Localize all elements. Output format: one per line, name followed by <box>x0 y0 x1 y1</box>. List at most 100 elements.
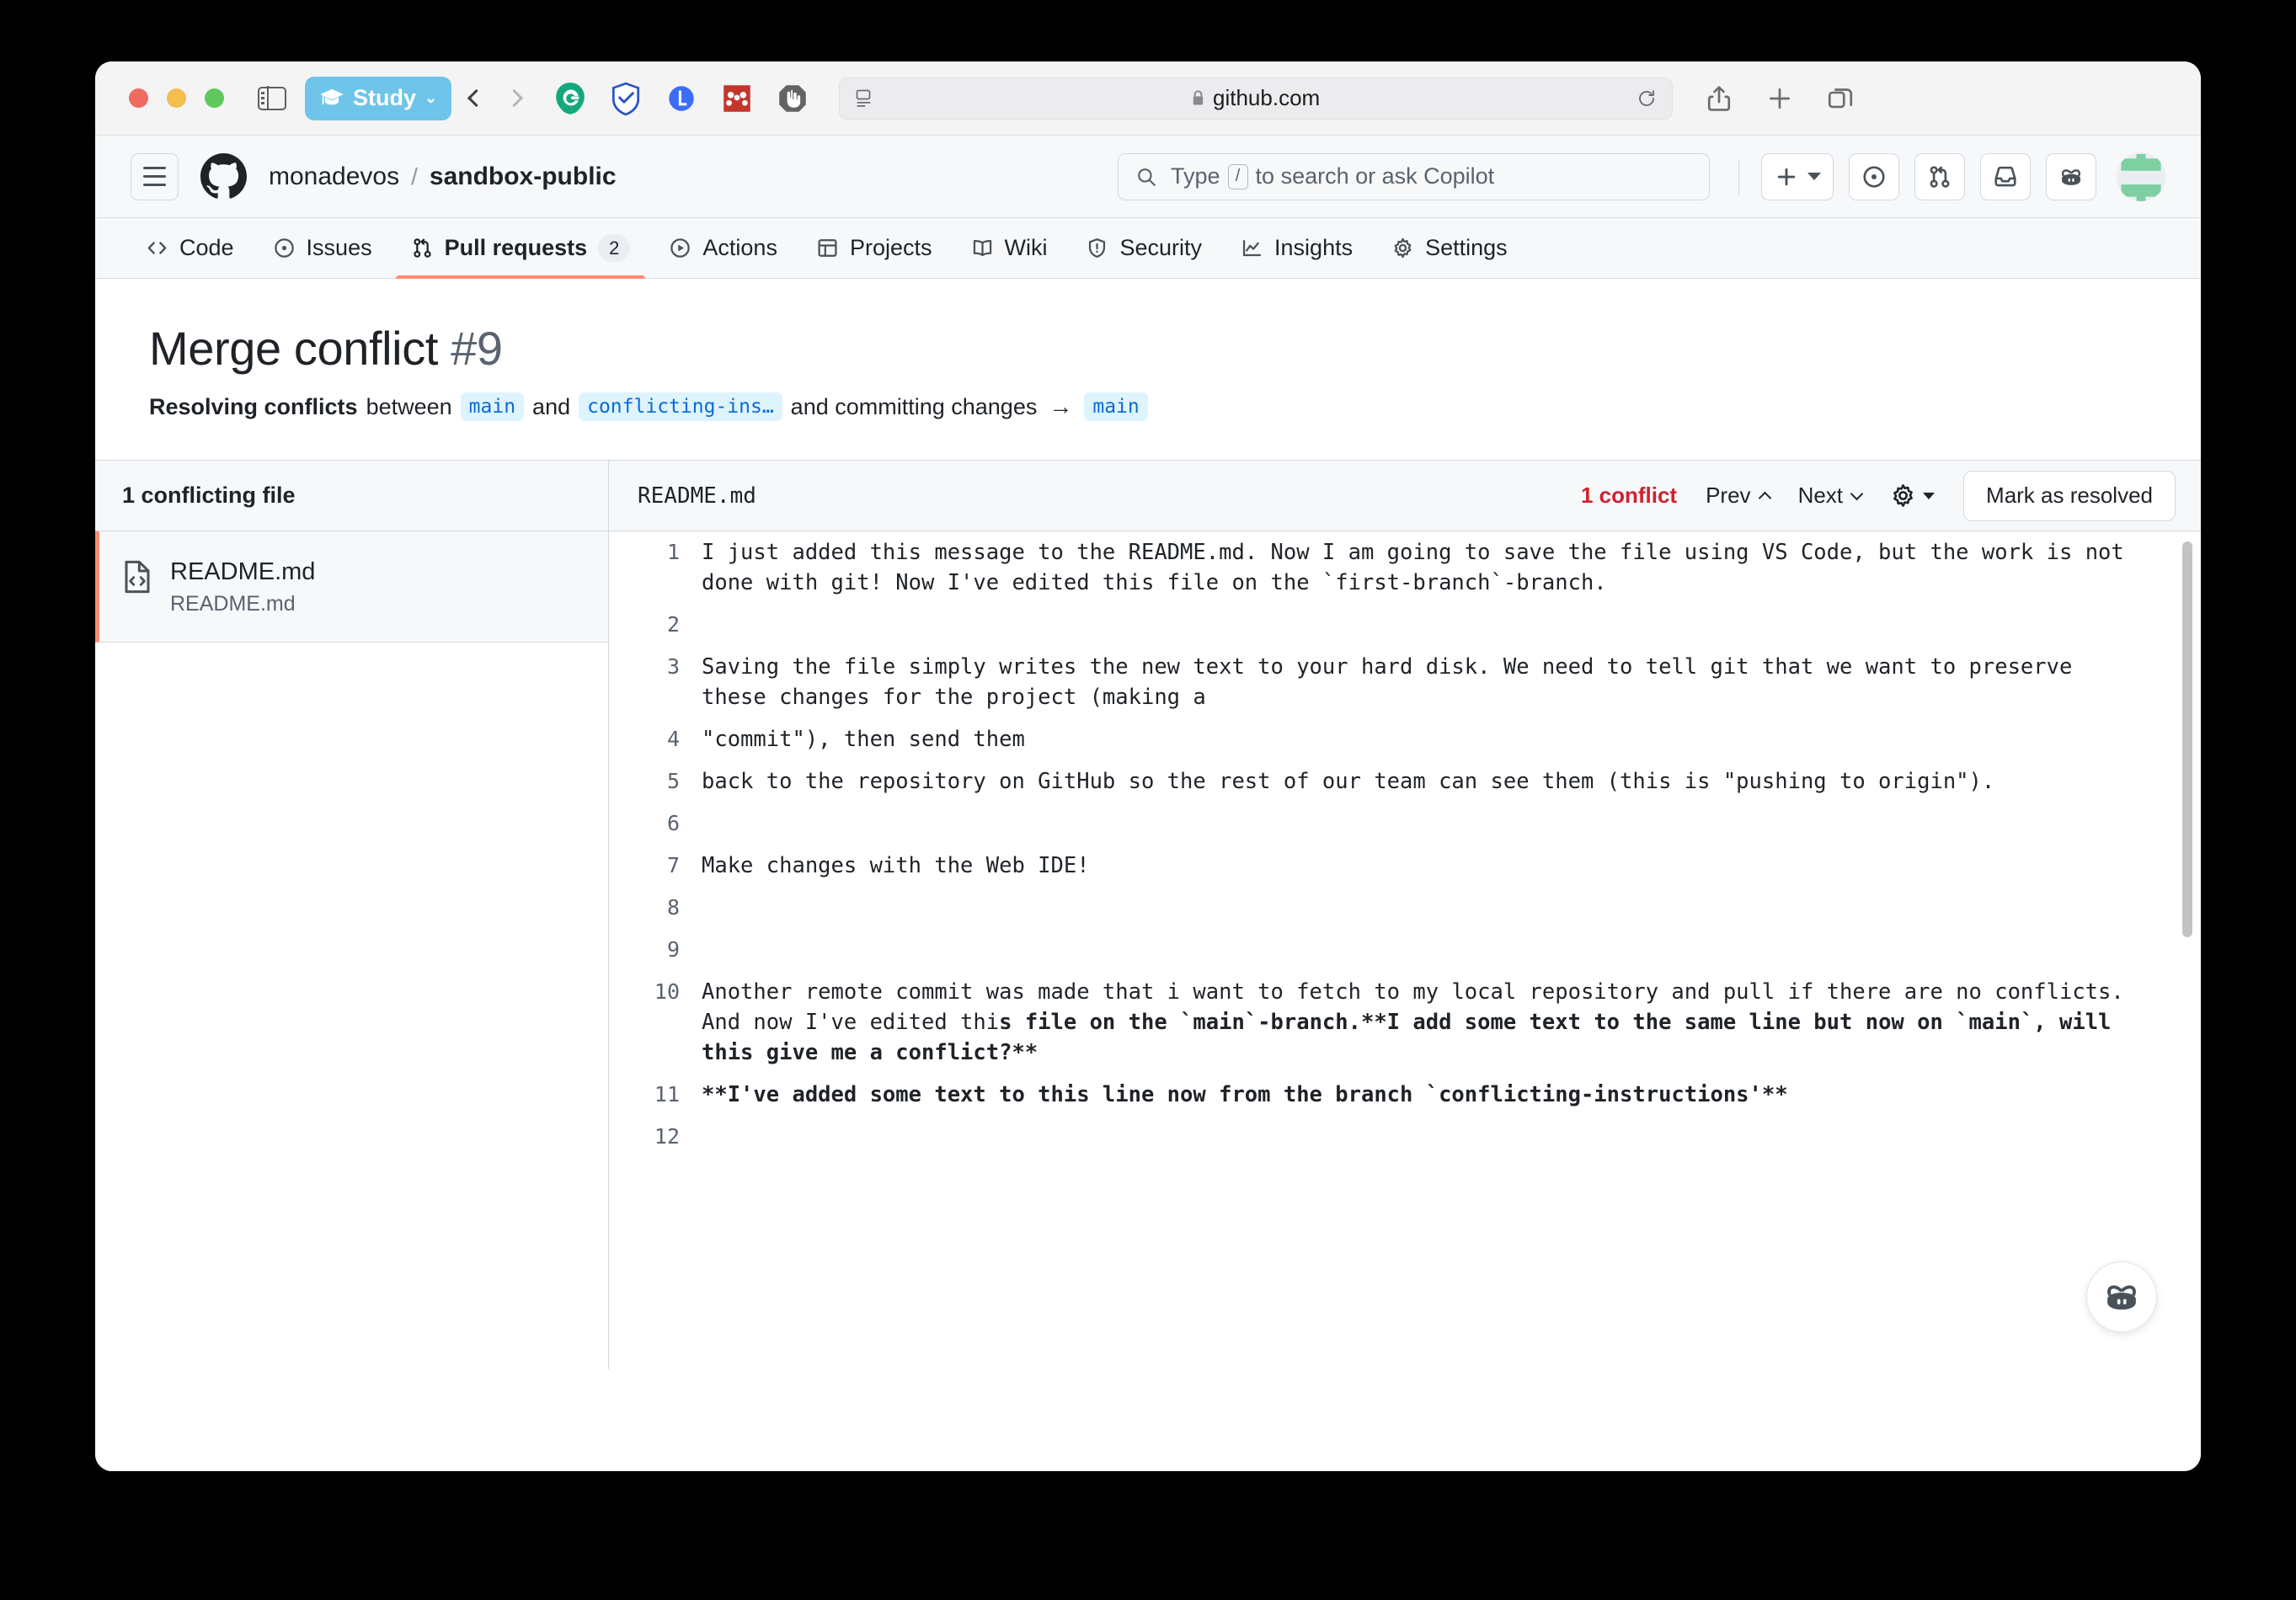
share-icon[interactable] <box>1705 84 1733 113</box>
editor-scrollbar[interactable] <box>2182 541 2192 937</box>
back-icon[interactable] <box>467 88 486 108</box>
reload-icon[interactable] <box>1637 88 1657 109</box>
copilot-button[interactable] <box>2046 152 2096 200</box>
profile-switcher-button[interactable]: Study ⌄ <box>305 76 452 120</box>
tab-code[interactable]: Code <box>131 218 249 278</box>
git-pull-request-icon <box>1930 165 1950 188</box>
adguard-icon[interactable] <box>608 81 643 116</box>
tab-label: Projects <box>849 235 932 260</box>
line-text[interactable]: back to the repository on GitHub so the … <box>702 760 2201 803</box>
line-text[interactable]: "commit"), then send them <box>702 718 2201 760</box>
line-text[interactable]: I just added this message to the README.… <box>702 531 2201 604</box>
github-global-header: monadevos / sandbox-public Type / to sea… <box>95 136 2201 218</box>
tab-overview-icon[interactable] <box>1826 84 1855 113</box>
issues-button[interactable] <box>1849 152 1899 200</box>
line-number: 8 <box>666 895 680 920</box>
line-text[interactable]: Saving the file simply writes the new te… <box>702 646 2201 718</box>
next-conflict-button[interactable]: Next <box>1797 483 1864 509</box>
code-line: 7 Make changes with the Web IDE! <box>609 845 2201 887</box>
tab-security[interactable]: Security <box>1071 218 1217 278</box>
tab-wiki[interactable]: Wiki <box>956 218 1063 278</box>
grammarly-icon[interactable] <box>553 81 588 116</box>
tab-settings[interactable]: Settings <box>1376 218 1523 278</box>
tab-pull-requests[interactable]: Pull requests 2 <box>395 218 646 279</box>
search-placeholder: Type / to search or ask Copilot <box>1171 163 1494 189</box>
line-text[interactable] <box>702 803 2201 845</box>
line-text[interactable]: Another remote commit was made that i wa… <box>702 971 2201 1074</box>
close-window-button[interactable] <box>129 88 148 108</box>
editor-settings-button[interactable] <box>1890 483 1936 509</box>
maximize-window-button[interactable] <box>205 88 224 108</box>
tab-projects[interactable]: Projects <box>801 218 948 278</box>
branch-chip-target[interactable]: main <box>1084 392 1148 421</box>
tab-insights[interactable]: Insights <box>1225 218 1368 278</box>
repo-nav-tabs: Code Issues Pull requests 2 Actions Proj… <box>95 218 2201 279</box>
list-item[interactable]: README.md README.md <box>95 531 608 643</box>
mark-as-resolved-button[interactable]: Mark as resolved <box>1963 470 2176 521</box>
prev-conflict-button[interactable]: Prev <box>1706 483 1771 509</box>
line-number: 10 <box>654 979 680 1004</box>
chevron-down-icon <box>1850 487 1864 501</box>
minimize-window-button[interactable] <box>167 88 186 108</box>
page-title: Merge conflict #9 <box>149 321 2165 376</box>
code-editor[interactable]: 1 I just added this message to the README… <box>609 531 2201 1369</box>
git-pull-request-icon <box>413 238 431 258</box>
extension-icons <box>553 81 810 116</box>
menu-icon[interactable] <box>131 152 179 200</box>
line-text[interactable]: **I've added some text to this line now … <box>702 1074 2201 1116</box>
reader-view-icon[interactable] <box>855 89 875 108</box>
line-text[interactable] <box>702 1116 2201 1158</box>
page-title-text: Merge conflict <box>149 322 438 375</box>
browser-window: Study ⌄ github.com monadevos / sandbox-p… <box>95 61 2201 1471</box>
forward-icon[interactable] <box>505 88 524 108</box>
resolve-label: Mark as resolved <box>1986 483 2153 508</box>
line-number: 3 <box>666 654 680 679</box>
adblock-icon[interactable] <box>775 81 810 116</box>
avatar[interactable] <box>2117 152 2165 201</box>
avatar-image <box>2117 152 2165 201</box>
line-text[interactable] <box>702 929 2201 971</box>
header-divider <box>1738 158 1739 195</box>
line-number: 12 <box>654 1124 680 1149</box>
navigation-arrows <box>467 88 524 108</box>
line-text[interactable] <box>702 604 2201 646</box>
tab-issues[interactable]: Issues <box>258 218 387 278</box>
tab-actions[interactable]: Actions <box>654 218 793 278</box>
graph-icon <box>1242 240 1262 257</box>
create-new-button[interactable] <box>1761 152 1834 200</box>
pull-requests-button[interactable] <box>1914 152 1965 200</box>
tab-label: Issues <box>306 235 372 260</box>
tab-label: Wiki <box>1004 235 1048 260</box>
shield-icon <box>1089 238 1106 258</box>
play-icon <box>670 238 691 258</box>
search-input[interactable]: Type / to search or ask Copilot <box>1118 152 1710 200</box>
code-line: 3 Saving the file simply writes the new t… <box>609 646 2201 718</box>
github-logo-icon[interactable] <box>200 153 247 200</box>
code-lines: 1 I just added this message to the README… <box>609 531 2201 1158</box>
conflict-editor: 1 conflicting file README.md README.md R… <box>95 460 2201 1369</box>
sidebar-toggle-icon[interactable] <box>258 85 286 111</box>
page-title-number: #9 <box>451 322 503 375</box>
mendeley-icon[interactable] <box>719 81 755 116</box>
breadcrumb-repo[interactable]: sandbox-public <box>430 163 617 191</box>
window-controls <box>129 88 224 108</box>
breadcrumb-owner[interactable]: monadevos <box>269 163 399 191</box>
branch-chip-base[interactable]: main <box>460 392 525 421</box>
gear-icon <box>1893 484 1913 507</box>
new-tab-icon[interactable] <box>1765 84 1794 113</box>
line-text[interactable]: Make changes with the Web IDE! <box>702 845 2201 887</box>
next-label: Next <box>1797 483 1844 508</box>
editor-filename: README.md <box>638 483 756 509</box>
branch-chip-head[interactable]: conflicting-ins… <box>579 392 782 421</box>
notifications-button[interactable] <box>1980 152 2031 200</box>
copilot-fab-button[interactable] <box>2086 1261 2157 1332</box>
address-bar[interactable]: github.com <box>839 77 1674 120</box>
editor-toolbar-actions: 1 conflict Prev Next Mark as resolved <box>1581 470 2176 521</box>
slash-key-hint: / <box>1227 163 1248 189</box>
tab-label: Insights <box>1274 235 1354 260</box>
line-text[interactable] <box>702 887 2201 929</box>
breadcrumb: monadevos / sandbox-public <box>269 163 617 191</box>
line-number: 4 <box>666 727 680 751</box>
lastpass-icon[interactable] <box>664 81 699 116</box>
page-title-block: Merge conflict #9 Resolving conflicts be… <box>95 279 2201 421</box>
